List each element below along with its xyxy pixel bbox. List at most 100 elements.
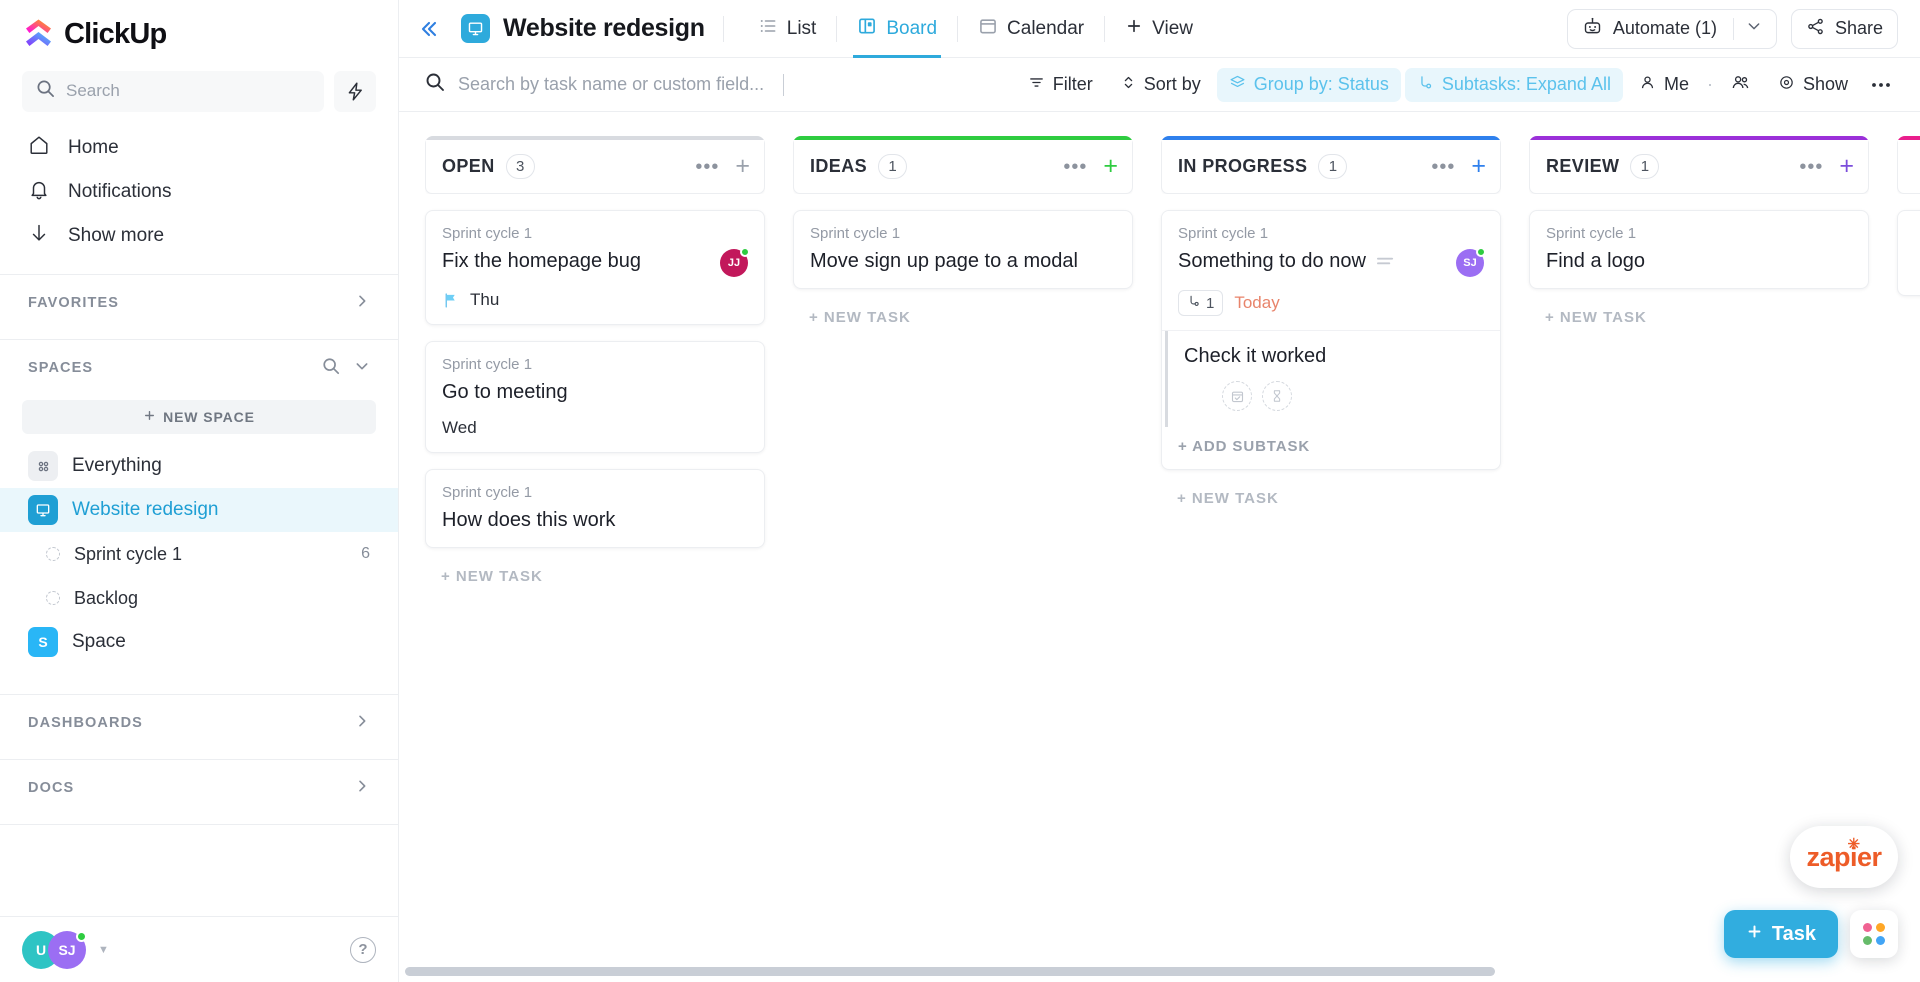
chevron-down-icon[interactable]	[1746, 18, 1762, 39]
sort-label: Sort by	[1143, 74, 1201, 94]
sidebar-space-everything[interactable]: Everything	[0, 444, 398, 488]
tab-calendar[interactable]: Calendar	[962, 0, 1100, 58]
more-horizontal-icon[interactable]: •••	[1799, 157, 1823, 177]
hourglass-icon[interactable]	[1262, 381, 1292, 411]
subtasks-button[interactable]: Subtasks: Expand All	[1404, 67, 1623, 102]
sidebar-search-input[interactable]: Search	[22, 70, 324, 112]
share-button[interactable]: Share	[1790, 8, 1898, 49]
column-header[interactable]: IDEAS 1 ••• +	[793, 140, 1133, 194]
new-space-button[interactable]: NEW SPACE	[22, 400, 376, 434]
more-horizontal-icon[interactable]	[1864, 68, 1898, 102]
task-card[interactable]: Sprint cycle 1 Something to do now SJ 1 …	[1162, 211, 1500, 331]
sidebar-section-favorites[interactable]: FAVORITES	[0, 275, 398, 331]
avatar[interactable]: JJ	[720, 247, 750, 277]
new-task-button[interactable]: + NEW TASK	[425, 564, 765, 589]
search-icon[interactable]	[322, 357, 340, 380]
new-task-button[interactable]: + NEW TASK	[1529, 305, 1869, 330]
sidebar-list-sprint-cycle-1[interactable]: Sprint cycle 1 6	[0, 532, 398, 576]
task-card[interactable]: Sprint cycle 1 Fix the homepage bug JJ T…	[425, 210, 765, 325]
tab-list[interactable]: List	[742, 0, 833, 58]
calendar-check-icon[interactable]	[1222, 381, 1252, 411]
chevron-down-icon[interactable]	[354, 358, 370, 379]
sidebar-item-home[interactable]: Home	[0, 126, 398, 170]
sidebar-item-show-more[interactable]: Show more	[0, 214, 398, 258]
add-view-label: View	[1152, 17, 1193, 39]
column-header[interactable]	[1897, 140, 1920, 194]
sort-icon	[1121, 74, 1136, 96]
task-due-date[interactable]: Thu	[442, 290, 748, 310]
chevron-right-icon[interactable]	[354, 713, 370, 734]
sort-button[interactable]: Sort by	[1109, 68, 1213, 102]
task-title: Find a logo	[1546, 250, 1645, 272]
sidebar-item-label: Home	[68, 137, 119, 158]
zapier-widget-button[interactable]: zapier ✳	[1790, 826, 1898, 888]
column-header[interactable]: OPEN 3 ••• +	[425, 140, 765, 194]
show-button[interactable]: Show	[1766, 68, 1860, 102]
list-label: Backlog	[74, 587, 139, 608]
lightning-bolt-icon[interactable]	[334, 70, 376, 112]
tab-board[interactable]: Board	[841, 0, 953, 58]
add-subtask-button[interactable]: + ADD SUBTASK	[1162, 427, 1500, 469]
task-card[interactable]: Sprint cycle 1 Go to meeting Wed	[425, 341, 765, 453]
sidebar-section-docs[interactable]: DOCS	[0, 760, 398, 816]
add-task-icon[interactable]: +	[1471, 154, 1486, 179]
add-view-button[interactable]: View	[1109, 0, 1209, 58]
search-icon	[36, 79, 55, 103]
apps-grid-icon[interactable]	[1850, 910, 1898, 958]
create-task-button[interactable]: Task	[1723, 910, 1838, 958]
add-task-icon[interactable]: +	[735, 154, 750, 179]
new-task-button[interactable]: + NEW TASK	[1161, 486, 1501, 511]
chevron-right-icon[interactable]	[354, 778, 370, 799]
column-header[interactable]: IN PROGRESS 1 ••• +	[1161, 140, 1501, 194]
sidebar-space-website-redesign[interactable]: Website redesign	[0, 488, 398, 532]
task-search-input[interactable]: Search by task name or custom field...	[425, 72, 1016, 97]
assignees-button[interactable]	[1719, 68, 1762, 102]
task-card[interactable]	[1897, 210, 1920, 296]
add-task-icon[interactable]: +	[1839, 154, 1854, 179]
calendar-icon	[978, 16, 998, 42]
task-card[interactable]: Sprint cycle 1 Move sign up page to a mo…	[793, 210, 1133, 289]
group-by-button[interactable]: Group by: Status	[1216, 67, 1401, 102]
more-horizontal-icon[interactable]: •••	[1063, 157, 1087, 177]
avatar[interactable]: SJ	[1456, 247, 1486, 277]
due-date-label[interactable]: Today	[1234, 293, 1279, 313]
board-columns: OPEN 3 ••• + Sprint cycle 1 Fix the home…	[399, 112, 1920, 982]
more-horizontal-icon[interactable]: •••	[695, 157, 719, 177]
add-task-icon[interactable]: +	[1103, 154, 1118, 179]
priority-icon[interactable]	[1377, 249, 1394, 274]
space-label: Everything	[72, 455, 162, 476]
subtask-row[interactable]: Check it worked	[1165, 331, 1500, 427]
column-header[interactable]: REVIEW 1 ••• +	[1529, 140, 1869, 194]
board-canvas[interactable]: OPEN 3 ••• + Sprint cycle 1 Fix the home…	[399, 112, 1920, 982]
task-card[interactable]: Sprint cycle 1 Find a logo	[1529, 210, 1869, 289]
caret-down-icon[interactable]: ▼	[98, 944, 109, 956]
collapse-sidebar-icon[interactable]	[399, 0, 457, 58]
sidebar-section-spaces[interactable]: SPACES	[0, 340, 398, 396]
new-task-button[interactable]: + NEW TASK	[793, 305, 1133, 330]
sidebar-item-label: Notifications	[68, 181, 172, 202]
sidebar-section-dashboards[interactable]: DASHBOARDS	[0, 695, 398, 751]
clickup-logo[interactable]: ClickUp	[0, 0, 398, 68]
filter-label: Filter	[1052, 74, 1093, 94]
task-card[interactable]: Sprint cycle 1 How does this work	[425, 469, 765, 548]
due-date-label[interactable]: Wed	[442, 418, 748, 438]
bell-icon	[28, 178, 50, 206]
scrollbar-thumb[interactable]	[405, 967, 1495, 976]
horizontal-scrollbar[interactable]	[399, 967, 1920, 976]
more-horizontal-icon[interactable]: •••	[1431, 157, 1455, 177]
avatar[interactable]: SJ	[48, 930, 87, 969]
sidebar-item-notifications[interactable]: Notifications	[0, 170, 398, 214]
main-content: Website redesign List Board Calendar Vie…	[399, 0, 1920, 982]
help-button[interactable]: ?	[350, 936, 376, 963]
sidebar-space-space[interactable]: S Space	[0, 620, 398, 664]
sidebar-list-backlog[interactable]: Backlog	[0, 576, 398, 620]
filter-button[interactable]: Filter	[1016, 68, 1105, 102]
divider	[836, 15, 838, 42]
page-title-text: Website redesign	[503, 14, 705, 42]
user-avatars[interactable]: U SJ ▼	[22, 930, 109, 969]
chevron-right-icon[interactable]	[354, 293, 370, 314]
subtask-count-badge[interactable]: 1	[1178, 290, 1224, 316]
robot-icon	[1582, 16, 1603, 42]
me-filter-button[interactable]: Me	[1627, 68, 1701, 102]
automate-button[interactable]: Automate (1)	[1566, 8, 1777, 49]
